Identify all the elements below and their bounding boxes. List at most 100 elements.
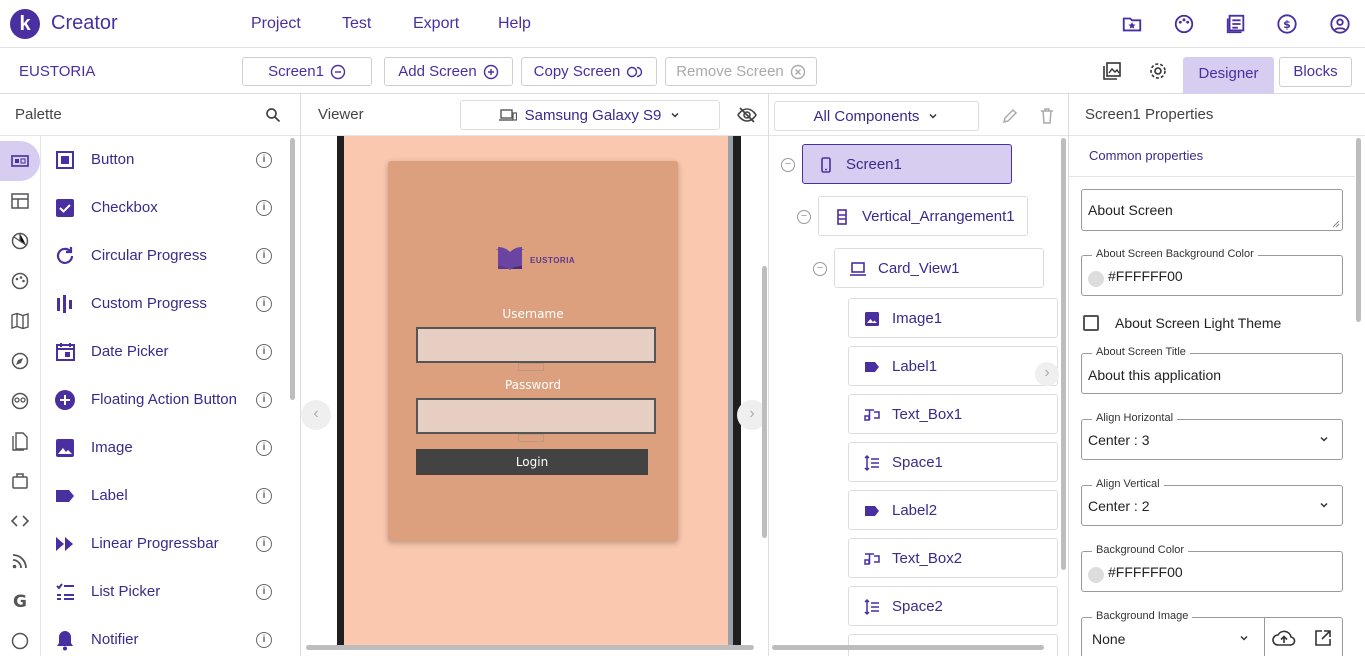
info-icon[interactable]: i (256, 584, 272, 600)
extension-icon[interactable] (10, 511, 30, 531)
palette-item-date-picker[interactable]: Date Picker i (41, 328, 286, 376)
user-interface-icon[interactable] (10, 151, 30, 171)
collapse-toggle[interactable]: − (797, 210, 811, 224)
add-screen-button[interactable]: Add Screen (384, 57, 513, 86)
drawing-icon[interactable] (10, 271, 30, 291)
palette-item-circular-progress[interactable]: Circular Progress i (41, 232, 286, 280)
edit-pencil-icon[interactable] (1001, 107, 1019, 125)
palette-scrollbar[interactable] (290, 138, 295, 400)
palette-item-floating-action-button[interactable]: Floating Action Button i (41, 376, 286, 424)
tree-node-image1[interactable]: Image1 (848, 298, 1058, 338)
delete-trash-icon[interactable] (1038, 107, 1056, 125)
maps-icon[interactable] (10, 311, 30, 331)
palette-item-image[interactable]: Image i (41, 424, 286, 472)
app-logo[interactable]: k (10, 9, 40, 39)
more-icon[interactable] (10, 631, 30, 651)
components-filter-select[interactable]: All Components (774, 101, 979, 131)
menu-project[interactable]: Project (251, 15, 301, 33)
info-icon[interactable]: i (256, 248, 272, 264)
cloud-upload-icon[interactable] (1272, 628, 1296, 648)
username-input[interactable] (416, 327, 656, 363)
bg-color-field[interactable]: Background Color #FFFFFF00 (1081, 544, 1343, 592)
bg-image-field[interactable]: Background Image None (1081, 610, 1343, 656)
connectivity-icon[interactable] (10, 471, 30, 491)
about-screen-textarea[interactable]: About Screen (1081, 189, 1343, 231)
settings-gear-icon[interactable] (1148, 61, 1168, 81)
feed-icon[interactable] (10, 551, 30, 571)
resize-handle-icon[interactable] (1332, 220, 1340, 228)
sensors-icon[interactable] (10, 351, 30, 371)
common-properties-section[interactable]: Common properties (1089, 148, 1203, 163)
tree-node-card-view1[interactable]: Card_View1 (834, 248, 1044, 288)
components-h-scrollbar[interactable] (772, 645, 1044, 650)
tree-node-text-box2[interactable]: Text_Box2 (848, 538, 1058, 578)
info-icon[interactable]: i (256, 488, 272, 504)
open-external-icon[interactable] (1313, 628, 1333, 648)
password-input[interactable] (416, 398, 656, 434)
info-icon[interactable]: i (256, 392, 272, 408)
viewer-h-scrollbar[interactable] (306, 645, 754, 650)
device-select[interactable]: Samsung Galaxy S9 (460, 100, 720, 130)
visibility-off-icon[interactable] (737, 105, 757, 125)
tree-node-space2[interactable]: Space2 (848, 586, 1058, 626)
info-icon[interactable]: i (256, 200, 272, 216)
components-v-scrollbar[interactable] (1061, 138, 1066, 570)
search-icon[interactable] (265, 107, 281, 123)
palette-item-linear-progressbar[interactable]: Linear Progressbar i (41, 520, 286, 568)
tree-node-screen1[interactable]: Screen1 (802, 144, 1012, 184)
about-bg-color-field[interactable]: About Screen Background Color #FFFFFF00 (1081, 248, 1343, 296)
account-icon[interactable] (1329, 13, 1351, 35)
palette-icon[interactable] (1173, 13, 1195, 35)
social-icon[interactable] (10, 391, 30, 411)
tab-designer[interactable]: Designer (1183, 57, 1274, 94)
palette-item-custom-progress[interactable]: Custom Progress i (41, 280, 286, 328)
info-icon[interactable]: i (256, 296, 272, 312)
palette-item-notifier[interactable]: Notifier i (41, 616, 286, 656)
collapse-toggle[interactable]: − (781, 158, 795, 172)
info-icon[interactable]: i (256, 152, 272, 168)
info-icon[interactable]: i (256, 632, 272, 648)
tree-node-text-box1[interactable]: Text_Box1 (848, 394, 1058, 434)
info-icon[interactable]: i (256, 536, 272, 552)
remove-screen-button[interactable]: Remove Screen (665, 57, 817, 86)
palette-item-label[interactable]: Label i (41, 472, 286, 520)
tree-node-vertical-arrangement1[interactable]: Vertical_Arrangement1 (818, 196, 1028, 236)
card-view[interactable]: EUSTORIA Username Password Login (388, 161, 678, 541)
folder-star-icon[interactable] (1121, 13, 1143, 35)
palette-item-list-picker[interactable]: List Picker i (41, 568, 286, 616)
google-icon[interactable]: G (10, 591, 30, 611)
tree-node-label2[interactable]: Label2 (848, 490, 1058, 530)
space-component[interactable] (518, 363, 544, 371)
viewer-prev-button[interactable]: ‹ (301, 400, 331, 430)
color-swatch[interactable] (1088, 567, 1104, 583)
space-component[interactable] (518, 434, 544, 442)
gallery-icon[interactable] (1102, 61, 1122, 81)
menu-help[interactable]: Help (498, 15, 531, 33)
menu-test[interactable]: Test (342, 15, 371, 33)
tree-next-button[interactable]: › (1035, 362, 1059, 386)
info-icon[interactable]: i (256, 440, 272, 456)
info-icon[interactable]: i (256, 344, 272, 360)
login-button[interactable]: Login (416, 449, 648, 475)
tree-node-label1[interactable]: Label1 (848, 346, 1058, 386)
tree-node-space1[interactable]: Space1 (848, 442, 1058, 482)
light-theme-checkbox[interactable] (1083, 315, 1099, 331)
layout-icon[interactable] (10, 191, 30, 211)
menu-export[interactable]: Export (413, 15, 459, 33)
palette-item-button[interactable]: Button i (41, 136, 286, 184)
viewer-v-scrollbar[interactable] (762, 266, 767, 538)
news-icon[interactable] (1225, 13, 1247, 35)
align-horizontal-select[interactable]: Align Horizontal Center : 3 (1081, 412, 1343, 460)
app-screen[interactable]: EUSTORIA Username Password Login (344, 136, 728, 646)
screen-select[interactable]: Screen1 (242, 57, 372, 86)
collapse-toggle[interactable]: − (813, 262, 827, 276)
dollar-icon[interactable]: $ (1276, 13, 1298, 35)
about-title-field[interactable]: About Screen Title About this applicatio… (1081, 346, 1343, 394)
storage-icon[interactable] (10, 431, 30, 451)
tab-blocks[interactable]: Blocks (1279, 57, 1352, 87)
color-swatch[interactable] (1088, 271, 1104, 287)
properties-scrollbar[interactable] (1356, 138, 1361, 322)
align-vertical-select[interactable]: Align Vertical Center : 2 (1081, 478, 1343, 526)
palette-item-checkbox[interactable]: Checkbox i (41, 184, 286, 232)
media-icon[interactable] (10, 231, 30, 251)
